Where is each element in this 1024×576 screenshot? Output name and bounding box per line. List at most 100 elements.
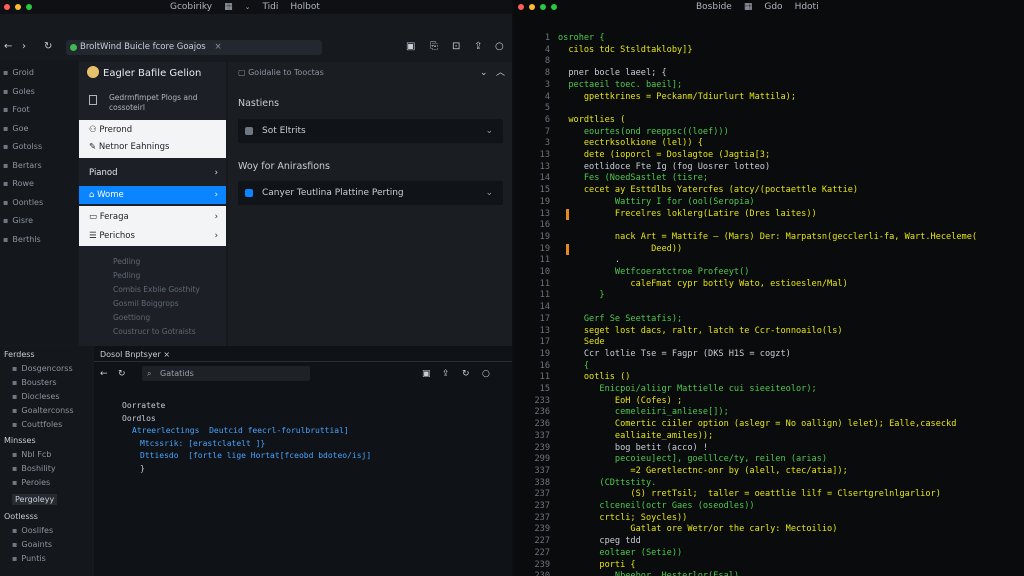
menu-item-1[interactable]: ⚇ Prerond	[79, 121, 226, 139]
code-line[interactable]: Sede	[558, 337, 1024, 347]
submenu-subitem[interactable]: Coustrucr to Gotraists	[113, 327, 196, 336]
code-line[interactable]: porti {	[558, 560, 1024, 570]
sidebar-item[interactable]: ▪ Goles	[3, 87, 35, 96]
sidebar-item[interactable]: ▪ Peroies	[12, 478, 50, 487]
code-line[interactable]: Wetfcoeratctroe Profeeyt()	[558, 267, 1024, 277]
submenu-subitem[interactable]: Goettiong	[113, 313, 150, 322]
zoom-window-button[interactable]	[26, 4, 32, 10]
minimize-window-button[interactable]	[529, 4, 535, 10]
menu-item-selected[interactable]: ⌂ Wome ›	[79, 186, 226, 204]
minimize-window-button[interactable]	[15, 4, 21, 10]
close-window-button[interactable]	[518, 4, 524, 10]
minus-icon[interactable]: ⌄	[480, 67, 488, 79]
sidebar-item[interactable]: ▪ Goaints	[12, 540, 52, 549]
code-line[interactable]: cpeg tdd	[558, 536, 1024, 546]
sidebar-group-header[interactable]: Minsses	[4, 436, 36, 445]
code-line[interactable]: =2 Geretlectnc-onr by (alell, ctec/atia]…	[558, 466, 1024, 476]
code-line[interactable]: eourtes(ond reeppsc((loef)))	[558, 127, 1024, 137]
sidebar-item[interactable]: ▪ Couttfoles	[12, 420, 62, 429]
code-line[interactable]: Frecelres loklerg(Latire (Dres laites))	[558, 209, 1024, 219]
submenu-item-2[interactable]: ☰ Perichos ›	[79, 227, 226, 245]
code-line[interactable]: Ccr lotlie Tse = Fagpr (DKS H1S = cogzt)	[558, 349, 1024, 359]
code-line[interactable]: (S) rretTsil; taller = oeattlie lilf = C…	[558, 489, 1024, 499]
code-line[interactable]: pecoieu]ect], goelllce/ty, reilen (arias…	[558, 454, 1024, 464]
code-line[interactable]: Gerf Se Seettafis);	[558, 314, 1024, 324]
submenu-subitem[interactable]: Pedling	[113, 271, 140, 280]
profile-icon[interactable]: ○	[495, 41, 504, 53]
code-line[interactable]: eectrksolkione (lel)) {	[558, 138, 1024, 148]
forward-icon[interactable]: ›	[22, 41, 26, 53]
code-line[interactable]: eoltaer (Setie))	[558, 548, 1024, 558]
tab-1[interactable]: Gdo	[764, 2, 782, 12]
collapse-icon[interactable]: ︿	[496, 67, 505, 79]
tab-1[interactable]: Tidi	[262, 2, 278, 12]
extra-window-button[interactable]	[551, 4, 557, 10]
dropdown-2[interactable]: Canyer Teutlina Plattine Perting ⌄	[238, 181, 503, 205]
refresh-icon[interactable]: ↻	[118, 368, 126, 380]
menu-item-2[interactable]: ✎ Netnor Eahnings	[79, 138, 226, 156]
sidebar-item[interactable]: ▪ Goe	[3, 124, 28, 133]
menu-section[interactable]: Pianod ›	[79, 164, 226, 182]
submenu-subitem[interactable]: Combis Exblie Gosthity	[113, 285, 200, 294]
sidebar-item[interactable]: ▪ Groid	[3, 68, 34, 77]
code-line[interactable]: pectaeil toec. baeil];	[558, 80, 1024, 90]
sidebar-item[interactable]: ▪ Boshility	[12, 464, 56, 473]
lock-icon[interactable]: ⊡	[452, 41, 460, 53]
sidebar-item[interactable]: ▪ Bertars	[3, 161, 42, 170]
stop-icon[interactable]: ○	[482, 368, 490, 380]
sidebar-item[interactable]: ▪ Ooslifes	[12, 526, 53, 535]
close-window-button[interactable]	[4, 4, 10, 10]
download-icon[interactable]: ▣	[406, 41, 415, 53]
export-icon[interactable]: ⇪	[442, 368, 450, 380]
sidebar-item[interactable]: ▪ Diocleses	[12, 392, 60, 401]
sidebar-group-header[interactable]: Ferdess	[4, 350, 35, 359]
code-line[interactable]: Enicpoi/aliigr Mattielle cui sieeiteolor…	[558, 384, 1024, 394]
code-line[interactable]: bog betit (acco) !	[558, 443, 1024, 453]
code-line[interactable]: dete (ioporcl = Doslagtoe (Jagtia[3;	[558, 150, 1024, 160]
refresh-icon[interactable]: ↻	[462, 368, 470, 380]
code-line[interactable]: eotlidoce Fte Ig (fog Uosrer lotteo)	[558, 162, 1024, 172]
bookmark-icon[interactable]: ⎘	[430, 41, 438, 53]
code-line[interactable]: {	[558, 361, 1024, 371]
sidebar-item[interactable]: ▪ Bousters	[12, 378, 57, 387]
clear-icon[interactable]: ×	[214, 42, 221, 52]
code-line[interactable]: Fes (NoedSastlet (tisre;	[558, 173, 1024, 183]
code-line[interactable]: wordtlies (	[558, 115, 1024, 125]
code-line[interactable]: pner bocle laeel; {	[558, 68, 1024, 78]
sidebar-item[interactable]: ▪ Nbl Fcb	[12, 450, 51, 459]
chevron-down-icon[interactable]: ⌄	[245, 3, 251, 11]
sidebar-item[interactable]: ▪ Goalterconss	[12, 406, 74, 415]
sidebar-item[interactable]: ▪ Foot	[3, 105, 30, 114]
sidebar-item[interactable]: ▪ Rowe	[3, 179, 34, 188]
code-line[interactable]: caleFmat cypr bottly Wato, estioeslen/Ma…	[558, 279, 1024, 289]
code-line[interactable]: Comertic ciiler option (aslegr = No oall…	[558, 419, 1024, 429]
tab-2[interactable]: Hdoti	[795, 2, 819, 12]
code-line[interactable]: crtcli; Soycles))	[558, 513, 1024, 523]
sidebar-group-header[interactable]: Ootlesss	[4, 512, 38, 521]
code-line[interactable]: ealliaite_amiles));	[558, 431, 1024, 441]
reload-icon[interactable]: ↻	[44, 41, 52, 53]
back-icon[interactable]: ←	[4, 41, 12, 53]
zoom-window-button[interactable]	[540, 4, 546, 10]
close-icon[interactable]: ×	[163, 350, 170, 359]
sidebar-item-active[interactable]: Pergoleyy	[12, 494, 58, 505]
code-line[interactable]: cecet ay Esttdlbs Yatercfes (atcy/(pocta…	[558, 185, 1024, 195]
code-line[interactable]: Nbeebor. Hesterlor(Esal)	[558, 571, 1024, 576]
tab-2[interactable]: Holbot	[290, 2, 320, 12]
code-line[interactable]: cemeleiiri_anliese[]);	[558, 407, 1024, 417]
submenu-item-1[interactable]: ▭ Feraga ›	[79, 208, 226, 226]
code-line[interactable]: }	[558, 290, 1024, 300]
submenu-subitem[interactable]: Gosmil Boiggrops	[113, 299, 179, 308]
code-line[interactable]: ootlis ()	[558, 372, 1024, 382]
sidebar-item[interactable]: ▪ Oontles	[3, 198, 43, 207]
code-line[interactable]: osroher {	[558, 33, 1024, 43]
code-line[interactable]: Gatlat ore Wetr/or the carly: Mectoilio)	[558, 524, 1024, 534]
submenu-subitem[interactable]: Pedling	[113, 257, 140, 266]
panel-search[interactable]: ⌕ Gatatids	[142, 366, 310, 381]
code-line[interactable]: Wattiry I for (ool(Seropia)	[558, 197, 1024, 207]
sidebar-item[interactable]: ▪ Berthls	[3, 235, 41, 244]
address-bar[interactable]: BroltWind Buicle fcore Goajos ×	[66, 40, 322, 55]
sidebar-item[interactable]: ▪ Dosgencorss	[12, 364, 73, 373]
panel-tab[interactable]: Dosol Bnptsyer ×	[100, 350, 170, 359]
code-editor[interactable]: 1 osroher {4 cilos tdc Stsldtakloby]} 8 8 p…	[514, 33, 1024, 576]
